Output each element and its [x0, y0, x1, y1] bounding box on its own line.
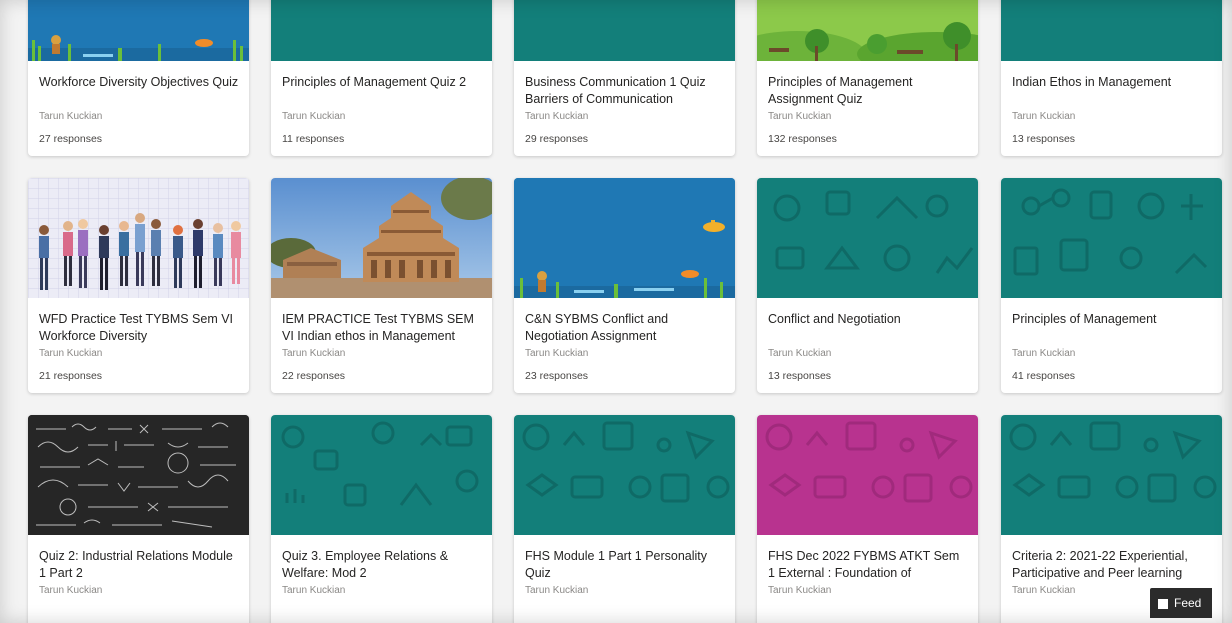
temple-photo-thumbnail	[271, 178, 492, 298]
feedback-label: Feed	[1174, 596, 1202, 610]
form-author: Tarun Kuckian	[768, 585, 832, 596]
form-card[interactable]: Conflict and Negotiation Tarun Kuckian 1…	[757, 178, 978, 393]
form-title: Conflict and Negotiation	[768, 312, 901, 326]
form-author: Tarun Kuckian	[768, 111, 832, 122]
form-card[interactable]: Quiz 3. Employee Relations & Welfare: Mo…	[271, 415, 492, 623]
response-count: 11 responses	[282, 133, 345, 145]
response-count: 132 responses	[768, 133, 837, 145]
form-title: Quiz 3. Employee Relations & Welfare: Mo…	[282, 549, 449, 580]
form-title: WFD Practice Test TYBMS Sem VI Workforce…	[39, 312, 234, 343]
form-card[interactable]: Principles of Management Tarun Kuckian 4…	[1001, 178, 1222, 393]
form-card[interactable]: WFD Practice Test TYBMS Sem VI Workforce…	[28, 178, 249, 393]
form-card[interactable]: Quiz 2: Industrial Relations Module 1 Pa…	[28, 415, 249, 623]
form-card[interactable]: Business Communication 1 Quiz Barriers o…	[514, 0, 735, 156]
form-author: Tarun Kuckian	[525, 585, 589, 596]
teal-pattern-thumbnail	[1001, 178, 1222, 298]
form-author: Tarun Kuckian	[39, 111, 103, 122]
park-scene-thumbnail	[757, 0, 978, 61]
form-title: FHS Dec 2022 FYBMS ATKT Sem 1 External :…	[768, 549, 960, 580]
magenta-pattern-thumbnail	[757, 415, 978, 535]
form-author: Tarun Kuckian	[39, 348, 103, 359]
form-author: Tarun Kuckian	[525, 348, 589, 359]
form-card[interactable]: C&N SYBMS Conflict and Negotiation Assig…	[514, 178, 735, 393]
feedback-icon	[1158, 598, 1168, 609]
feedback-button[interactable]: Feed	[1150, 588, 1212, 618]
response-count: 27 responses	[39, 133, 103, 145]
teal-pattern-thumbnail	[514, 0, 735, 61]
teal-pattern-thumbnail	[1001, 415, 1222, 535]
form-title: IEM PRACTICE Test TYBMS SEM VI Indian et…	[282, 312, 474, 343]
teal-pattern-thumbnail	[1001, 0, 1222, 61]
form-title: Principles of Management	[1012, 312, 1157, 326]
form-card[interactable]: IEM PRACTICE Test TYBMS SEM VI Indian et…	[271, 178, 492, 393]
form-author: Tarun Kuckian	[1012, 348, 1076, 359]
teal-pattern-thumbnail	[271, 415, 492, 535]
form-title: Indian Ethos in Management	[1012, 75, 1172, 89]
form-title: Business Communication 1 Quiz Barriers o…	[525, 75, 706, 106]
form-card[interactable]: Principles of Management Quiz 2 Tarun Ku…	[271, 0, 492, 156]
form-title: C&N SYBMS Conflict and Negotiation Assig…	[525, 312, 669, 343]
response-count: 22 responses	[282, 370, 346, 382]
form-card[interactable]: Workforce Diversity Objectives Quiz Taru…	[28, 0, 249, 156]
form-card[interactable]: FHS Module 1 Part 1 Personality Quiz Tar…	[514, 415, 735, 623]
form-title: Criteria 2: 2021-22 Experiential, Partic…	[1012, 549, 1188, 580]
form-author: Tarun Kuckian	[282, 585, 346, 596]
form-title: Principles of Management Quiz 2	[282, 75, 467, 89]
response-count: 21 responses	[39, 370, 103, 382]
ocean-scene-thumbnail	[514, 178, 735, 298]
response-count: 23 responses	[525, 370, 589, 382]
response-count: 13 responses	[768, 370, 832, 382]
form-card[interactable]: Principles of Management Assignment Quiz…	[757, 0, 978, 156]
form-card[interactable]: Indian Ethos in Management Tarun Kuckian…	[1001, 0, 1222, 156]
ocean-scene-thumbnail	[28, 0, 249, 61]
form-author: Tarun Kuckian	[768, 348, 832, 359]
people-illustration-thumbnail	[28, 178, 249, 298]
response-count: 13 responses	[1012, 133, 1076, 145]
form-title: Principles of Management Assignment Quiz	[768, 75, 913, 106]
form-author: Tarun Kuckian	[39, 585, 103, 596]
teal-pattern-thumbnail	[514, 415, 735, 535]
form-author: Tarun Kuckian	[282, 348, 346, 359]
form-title: Quiz 2: Industrial Relations Module 1 Pa…	[39, 549, 233, 580]
form-author: Tarun Kuckian	[1012, 111, 1076, 122]
form-author: Tarun Kuckian	[282, 111, 346, 122]
form-title: FHS Module 1 Part 1 Personality Quiz	[525, 549, 708, 580]
form-author: Tarun Kuckian	[1012, 585, 1076, 596]
chalkboard-photo-thumbnail	[28, 415, 249, 535]
teal-pattern-thumbnail	[757, 178, 978, 298]
form-author: Tarun Kuckian	[525, 111, 589, 122]
teal-pattern-thumbnail	[271, 0, 492, 61]
form-card[interactable]: FHS Dec 2022 FYBMS ATKT Sem 1 External :…	[757, 415, 978, 623]
form-title: Workforce Diversity Objectives Quiz	[39, 75, 239, 89]
response-count: 29 responses	[525, 133, 589, 145]
forms-gallery: Workforce Diversity Objectives Quiz Taru…	[0, 0, 1232, 623]
response-count: 41 responses	[1012, 370, 1076, 382]
